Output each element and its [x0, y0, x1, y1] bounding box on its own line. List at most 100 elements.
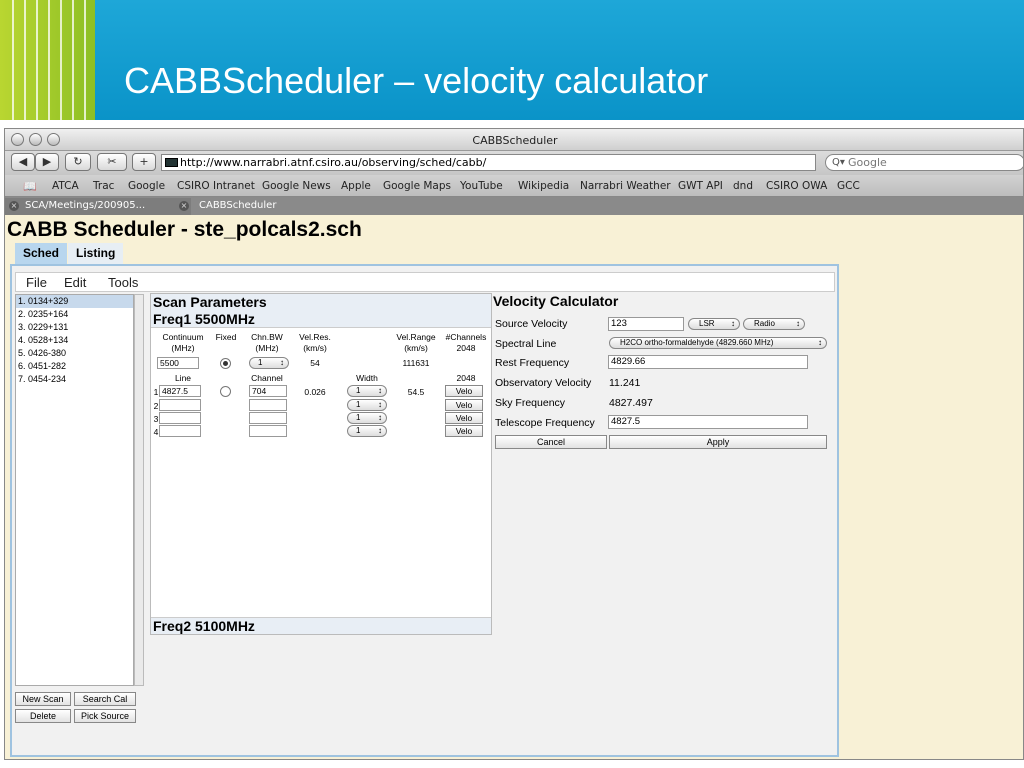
bookmark-item[interactable]: YouTube — [460, 180, 503, 192]
bookmark-item[interactable]: GCC — [837, 180, 860, 192]
list-item[interactable]: 3. 0229+131 — [16, 321, 133, 334]
channel-input[interactable] — [249, 425, 287, 437]
freq2-title: Freq2 5100MHz — [151, 617, 491, 634]
width-stepper[interactable]: 1 — [347, 425, 387, 437]
line-velrange: 54.5 — [407, 387, 425, 397]
window-title: CABBScheduler — [472, 134, 558, 147]
browser-tab-cabbscheduler[interactable]: × CABBScheduler — [175, 198, 350, 215]
width-stepper[interactable]: 1 — [347, 385, 387, 397]
list-scrollbar[interactable] — [134, 294, 144, 686]
add-bookmark-icon[interactable]: + — [132, 153, 156, 171]
channel-input[interactable]: 704 — [249, 385, 287, 397]
bookmarks-bar: 📖 ATCA Trac Google CSIRO Intranet Google… — [5, 175, 1023, 197]
delete-button[interactable]: Delete — [15, 709, 71, 723]
list-item[interactable]: 5. 0426-380 — [16, 347, 133, 360]
width-stepper[interactable]: 1 — [347, 399, 387, 411]
spectral-line-label: Spectral Line — [495, 338, 557, 350]
bookmark-item[interactable]: GWT API — [678, 180, 723, 192]
channel-input[interactable] — [249, 412, 287, 424]
url-input[interactable]: http://www.narrabri.atnf.csiro.au/observ… — [161, 154, 816, 171]
velrange-header: Vel.Range — [396, 332, 436, 342]
menu-edit[interactable]: Edit — [64, 275, 86, 290]
line-freq-input[interactable] — [159, 412, 201, 424]
bookmark-item[interactable]: Google Maps — [383, 180, 451, 192]
apply-button[interactable]: Apply — [609, 435, 827, 449]
list-item[interactable]: 6. 0451-282 — [16, 360, 133, 373]
line-freq-input[interactable]: 4827.5 — [159, 385, 201, 397]
source-velocity-input[interactable]: 123 — [608, 317, 684, 331]
cancel-button[interactable]: Cancel — [495, 435, 607, 449]
continuum-input[interactable]: 5500 — [157, 357, 199, 369]
velocity-convention-select[interactable]: Radio — [743, 318, 805, 330]
snapback-icon[interactable]: ✂ — [97, 153, 127, 171]
tab-sched[interactable]: Sched — [15, 243, 68, 264]
velocity-calculator: Velocity Calculator Source Velocity 123 … — [492, 293, 832, 453]
forward-icon[interactable]: ▶ — [35, 153, 59, 171]
source-velocity-label: Source Velocity — [495, 318, 568, 330]
rest-frequency-input[interactable]: 4829.66 — [608, 355, 808, 369]
close-tab-icon[interactable]: × — [9, 201, 19, 211]
menu-tools[interactable]: Tools — [108, 275, 138, 290]
site-favicon-icon — [165, 158, 178, 167]
browser-tab-meetings[interactable]: × SCA/Meetings/200905... — [5, 198, 191, 215]
browser-toolbar: ◀ ▶ ↻ ✂ + http://www.narrabri.atnf.csiro… — [5, 151, 1023, 175]
fixed-radio-continuum[interactable] — [220, 358, 231, 369]
bookmark-item[interactable]: dnd — [733, 180, 753, 192]
bookmark-item[interactable]: Google News — [262, 180, 331, 192]
width-stepper[interactable]: 1 — [347, 412, 387, 424]
fixed-radio-line[interactable] — [220, 386, 231, 397]
line-nchannels: 2048 — [456, 373, 476, 383]
bookmark-item[interactable]: Apple — [341, 180, 371, 192]
source-list: 1. 0134+329 2. 0235+164 3. 0229+131 4. 0… — [15, 294, 134, 686]
decor-line — [24, 0, 26, 120]
menu-bar: File Edit Tools — [15, 272, 835, 292]
bookmark-item[interactable]: Narrabri Weather — [580, 180, 671, 192]
page-content: CABB Scheduler - ste_polcals2.sch Sched … — [5, 215, 1023, 759]
spectral-line-select[interactable]: H2CO ortho-formaldehyde (4829.660 MHz) — [609, 337, 827, 349]
close-tab-icon[interactable]: × — [179, 201, 189, 211]
decor-line — [60, 0, 62, 120]
velocity-frame-select[interactable]: LSR — [688, 318, 740, 330]
velrange-unit: (km/s) — [404, 343, 428, 353]
list-item[interactable]: 7. 0454-234 — [16, 373, 133, 386]
velres-unit: (km/s) — [303, 343, 327, 353]
velo-button[interactable]: Velo — [445, 399, 483, 411]
scan-parameters-panel: Scan Parameters Freq1 5500MHz Continuum … — [150, 293, 492, 635]
bookmark-item[interactable]: Google — [128, 180, 165, 192]
reload-icon[interactable]: ↻ — [65, 153, 91, 171]
decor-line — [12, 0, 14, 120]
search-input[interactable]: Q▾ Google — [825, 154, 1023, 171]
bookmarks-book-icon[interactable]: 📖 — [23, 180, 37, 193]
bookmark-item[interactable]: ATCA — [52, 180, 79, 192]
menu-file[interactable]: File — [26, 275, 47, 290]
search-cal-button[interactable]: Search Cal — [74, 692, 136, 706]
bookmark-item[interactable]: Wikipedia — [518, 180, 569, 192]
pick-source-button[interactable]: Pick Source — [74, 709, 136, 723]
bookmark-item[interactable]: Trac — [93, 180, 114, 192]
chnbw-unit: (MHz) — [255, 343, 279, 353]
tab-listing[interactable]: Listing — [68, 243, 124, 264]
list-item[interactable]: 4. 0528+134 — [16, 334, 133, 347]
list-item[interactable]: 2. 0235+164 — [16, 308, 133, 321]
decor-line — [36, 0, 38, 120]
browser-tab-bar: × SCA/Meetings/200905... × CABBScheduler — [5, 197, 1023, 215]
velo-button[interactable]: Velo — [445, 425, 483, 437]
decor-line — [48, 0, 50, 120]
bookmark-item[interactable]: CSIRO OWA — [766, 180, 827, 192]
velo-button[interactable]: Velo — [445, 385, 483, 397]
chnbw-stepper[interactable]: 1 — [249, 357, 289, 369]
new-scan-button[interactable]: New Scan — [15, 692, 71, 706]
nchannels-header: #Channels — [445, 332, 487, 342]
channel-input[interactable] — [249, 399, 287, 411]
back-icon[interactable]: ◀ — [11, 153, 35, 171]
telescope-frequency-label: Telescope Frequency — [495, 417, 595, 429]
list-item[interactable]: 1. 0134+329 — [16, 295, 133, 308]
bookmark-item[interactable]: CSIRO Intranet — [177, 180, 255, 192]
line-freq-input[interactable] — [159, 425, 201, 437]
velo-button[interactable]: Velo — [445, 412, 483, 424]
slide-title: CABBScheduler – velocity calculator — [124, 60, 709, 101]
tab-label: SCA/Meetings/200905... — [25, 200, 146, 211]
telescope-frequency-input[interactable]: 4827.5 — [608, 415, 808, 429]
observatory-velocity-label: Observatory Velocity — [495, 377, 592, 389]
line-freq-input[interactable] — [159, 399, 201, 411]
